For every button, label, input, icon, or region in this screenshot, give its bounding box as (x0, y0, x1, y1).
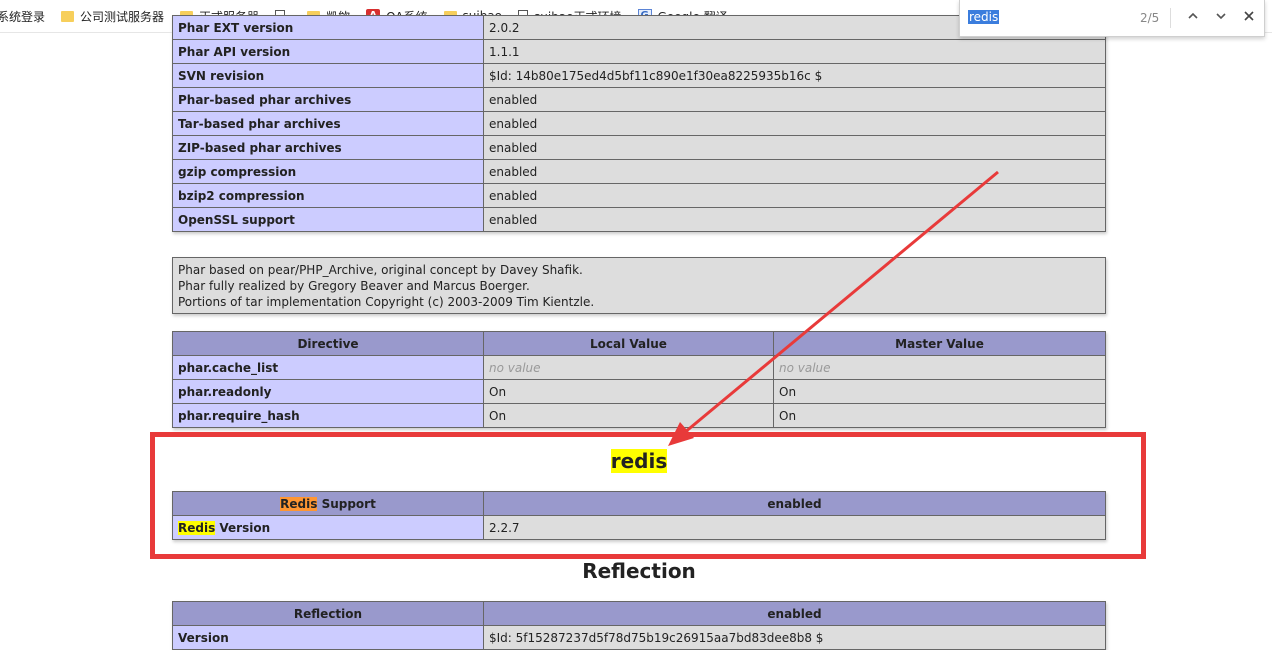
annotation-arrow-icon (668, 170, 999, 446)
